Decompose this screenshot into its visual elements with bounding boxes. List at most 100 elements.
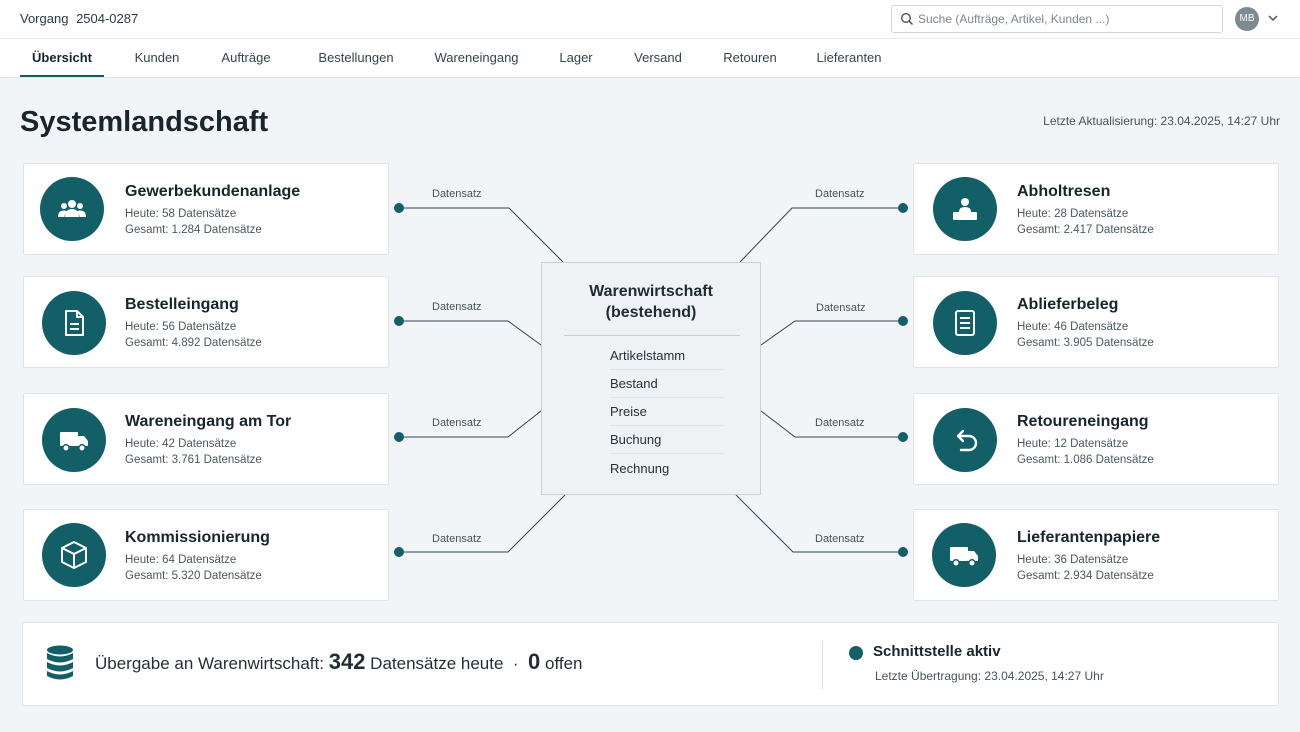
connector-dot <box>898 316 908 326</box>
interface-status: Schnittstelle aktiv <box>873 643 1001 660</box>
card-total: Gesamt: 1.284 Datensätze <box>125 224 262 236</box>
card-lieferantenpapiere[interactable]: Lieferantenpapiere Heute: 36 Datensätze … <box>913 509 1279 601</box>
connector-label: Datensatz <box>815 188 865 200</box>
database-icon <box>47 645 73 680</box>
card-retoureneingang[interactable]: Retoureneingang Heute: 12 Datensätze Ges… <box>913 393 1279 485</box>
last-updated: Letzte Aktualisierung: 23.04.2025, 14:27… <box>1043 114 1280 128</box>
today-count: 342 <box>328 649 366 674</box>
document-icon <box>65 310 84 336</box>
core-system-box[interactable]: Warenwirtschaft (bestehend) Artikelstamm… <box>541 262 761 495</box>
chevron-down-icon[interactable] <box>1267 12 1279 24</box>
card-total: Gesamt: 2.417 Datensätze <box>1017 224 1154 236</box>
card-today: Heute: 56 Datensätze <box>125 321 237 333</box>
card-icon-circle <box>42 408 106 472</box>
card-today: Heute: 12 Datensätze <box>1017 438 1129 450</box>
today-suffix: Datensätze heute <box>370 654 504 673</box>
search-icon <box>900 12 914 26</box>
connector-label: Datensatz <box>432 301 482 313</box>
connector-dot <box>898 203 908 213</box>
card-icon-circle <box>40 177 104 241</box>
tab-wareneingang[interactable]: Wareneingang <box>424 39 529 77</box>
card-title: Kommissionierung <box>125 529 270 546</box>
tab-uebersicht[interactable]: Übersicht <box>20 39 104 77</box>
connector-dot <box>898 547 908 557</box>
connector-dot <box>898 432 908 442</box>
core-title: Warenwirtschaft (bestehend) <box>542 281 760 323</box>
core-item-rechnung: Rechnung <box>610 461 670 476</box>
open-count: 0 <box>528 649 541 674</box>
tab-kunden[interactable]: Kunden <box>124 39 190 77</box>
box-icon <box>61 541 87 569</box>
connector-label: Datensatz <box>432 188 482 200</box>
status-dot-icon <box>849 646 863 660</box>
truck-icon <box>60 432 88 452</box>
transfer-summary: Übergabe an Warenwirtschaft: 342 Datensä… <box>22 622 1279 706</box>
tab-lieferanten[interactable]: Lieferanten <box>806 39 892 77</box>
vorgang-id: 2504-0287 <box>76 11 139 26</box>
return-icon <box>956 429 978 452</box>
card-icon-circle <box>933 408 997 472</box>
tab-versand[interactable]: Versand <box>624 39 692 77</box>
connector-label: Datensatz <box>816 302 866 314</box>
connector-label: Datensatz <box>815 417 865 429</box>
card-ablieferbeleg[interactable]: Ablieferbeleg Heute: 46 Datensätze Gesam… <box>913 276 1279 368</box>
card-total: Gesamt: 5.320 Datensätze <box>125 570 262 582</box>
card-total: Gesamt: 2.934 Datensätze <box>1017 570 1154 582</box>
connector-line <box>399 494 566 553</box>
card-today: Heute: 58 Datensätze <box>125 208 237 220</box>
card-total: Gesamt: 1.086 Datensätze <box>1017 454 1154 466</box>
card-icon-circle <box>932 523 996 587</box>
vorgang-info: Vorgang 2504-0287 <box>20 11 138 26</box>
core-title-line2: (bestehend) <box>605 304 697 321</box>
connector-line <box>739 207 903 263</box>
tab-retouren[interactable]: Retouren <box>713 39 787 77</box>
tab-lager[interactable]: Lager <box>550 39 602 77</box>
transfer-text: Übergabe an Warenwirtschaft: 342 Datensä… <box>95 649 583 675</box>
card-kommissionierung[interactable]: Kommissionierung Heute: 64 Datensätze Ge… <box>23 509 389 601</box>
last-transfer: Letzte Übertragung: 23.04.2025, 14:27 Uh… <box>875 669 1104 683</box>
core-item-bestand: Bestand <box>610 370 724 398</box>
separator: · <box>512 654 519 673</box>
search-input[interactable] <box>918 8 1218 30</box>
connector-dot <box>394 547 404 557</box>
transfer-label: Übergabe an Warenwirtschaft: <box>95 654 324 673</box>
avatar[interactable]: MB <box>1235 7 1259 31</box>
main-nav: Übersicht Kunden Aufträge Bestellungen W… <box>0 38 1300 78</box>
tab-bestellungen[interactable]: Bestellungen <box>308 39 404 77</box>
card-today: Heute: 46 Datensätze <box>1017 321 1129 333</box>
connector-line <box>399 207 564 263</box>
divider <box>822 641 823 689</box>
open-suffix: offen <box>545 654 583 673</box>
top-bar: Vorgang 2504-0287 MB <box>0 0 1300 38</box>
card-icon-circle <box>42 291 106 355</box>
card-title: Bestelleingang <box>125 296 239 313</box>
card-title: Lieferantenpapiere <box>1017 529 1161 546</box>
core-item-buchung: Buchung <box>610 426 724 454</box>
core-item-artikelstamm: Artikelstamm <box>610 342 724 370</box>
card-title: Abholtresen <box>1017 183 1111 200</box>
card-title: Gewerbekundenanlage <box>125 183 301 200</box>
core-item-preise: Preise <box>610 398 724 426</box>
counter-icon <box>953 198 977 220</box>
card-bestelleingang[interactable]: Bestelleingang Heute: 56 Datensätze Gesa… <box>23 276 389 368</box>
card-today: Heute: 28 Datensätze <box>1017 208 1129 220</box>
card-total: Gesamt: 3.905 Datensätze <box>1017 337 1154 349</box>
truck-icon <box>950 547 978 567</box>
card-today: Heute: 36 Datensätze <box>1017 554 1129 566</box>
card-abholtresen[interactable]: Abholtresen Heute: 28 Datensätze Gesamt:… <box>913 163 1279 255</box>
connector-line <box>760 320 903 346</box>
divider <box>564 335 740 336</box>
card-title: Ablieferbeleg <box>1017 296 1119 313</box>
card-icon-circle <box>933 177 997 241</box>
card-total: Gesamt: 4.892 Datensätze <box>125 337 262 349</box>
card-total: Gesamt: 3.761 Datensätze <box>125 454 262 466</box>
tab-auftraege[interactable]: Aufträge <box>210 39 282 77</box>
card-gewerbekundenanlage[interactable]: Gewerbekundenanlage Heute: 58 Datensätze… <box>23 163 389 255</box>
card-title: Retoureneingang <box>1017 413 1149 430</box>
connector-line <box>399 320 542 346</box>
connector-label: Datensatz <box>815 533 865 545</box>
search-box[interactable] <box>891 5 1223 33</box>
card-today: Heute: 42 Datensätze <box>125 438 237 450</box>
card-wareneingang-am-tor[interactable]: Wareneingang am Tor Heute: 42 Datensätze… <box>23 393 389 485</box>
users-icon <box>58 200 86 217</box>
